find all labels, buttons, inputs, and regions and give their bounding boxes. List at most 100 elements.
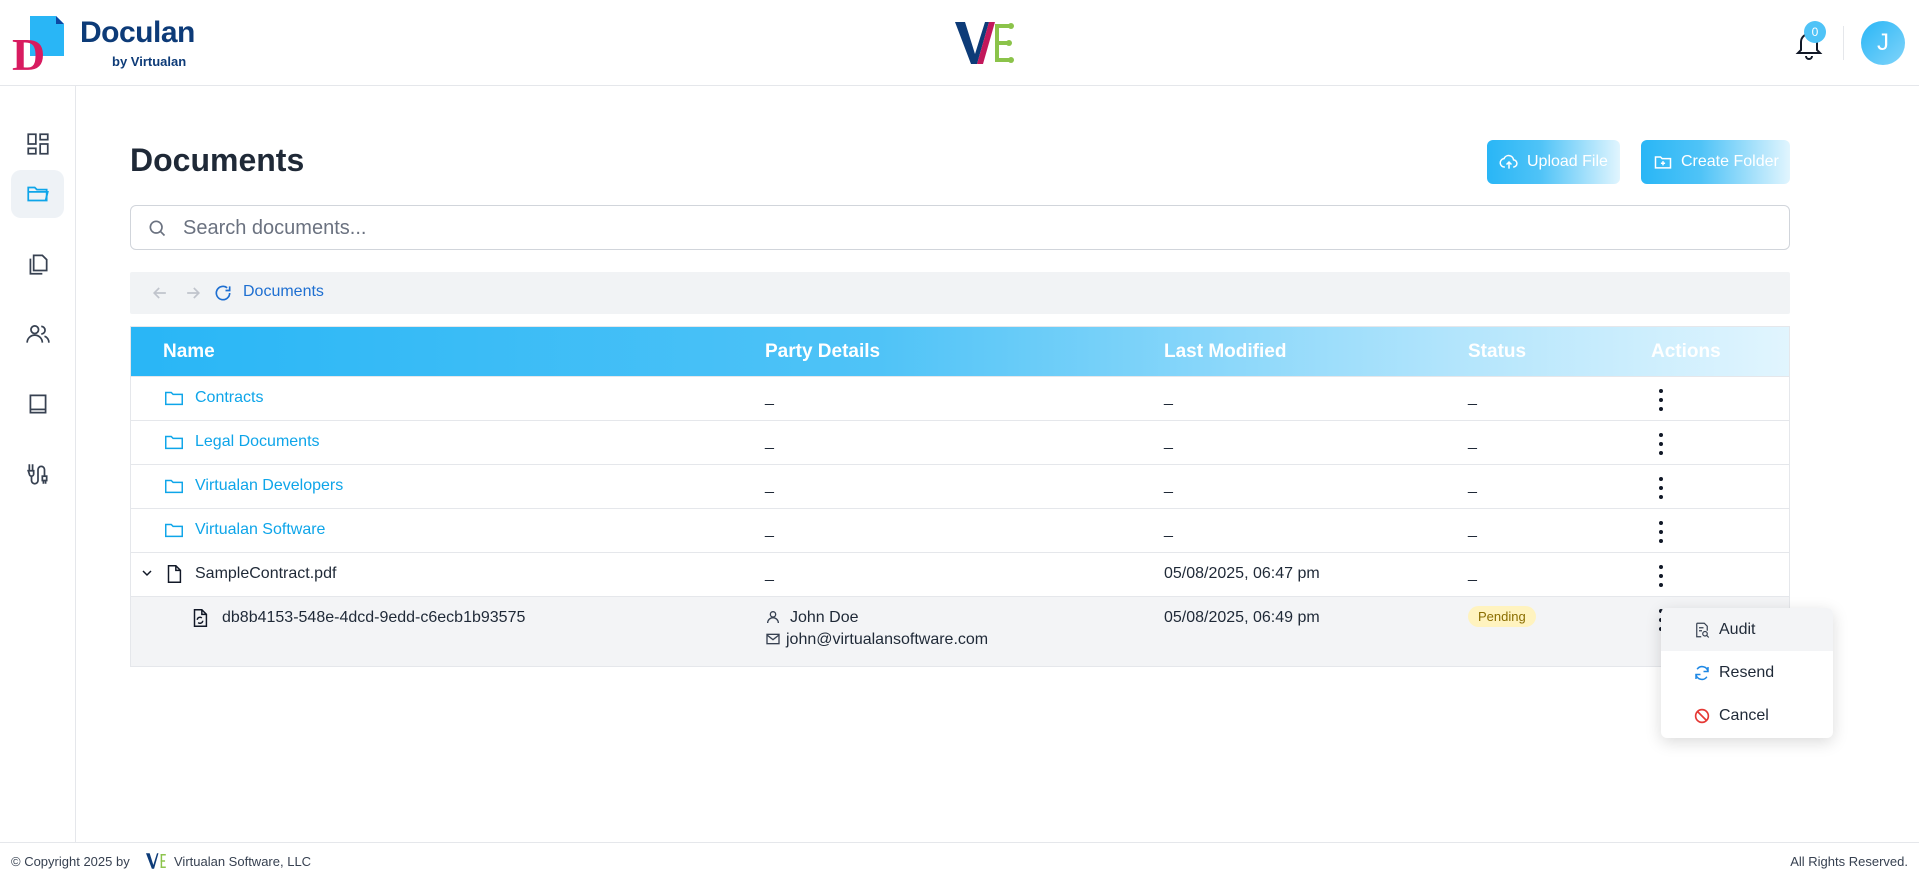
menu-item-resend[interactable]: Resend [1661,651,1833,694]
row-actions-kebab-icon[interactable] [1651,521,1671,543]
last-modified-cell: 05/08/2025, 06:47 pm [1164,565,1320,582]
workflow-icon [26,464,48,485]
row-actions-kebab-icon[interactable] [1651,389,1671,411]
folder-icon [165,523,183,538]
search-bar [130,205,1790,250]
virtualan-logo-icon [955,22,1014,64]
folder-name-link[interactable]: Contracts [195,389,263,407]
row-actions-kebab-icon[interactable] [1651,433,1671,455]
forward-arrow-icon[interactable] [183,283,203,303]
column-header-party-details[interactable]: Party Details [765,341,880,363]
documents-table: Name Party Details Last Modified Status … [130,326,1790,667]
sidebar-item-users[interactable] [11,310,64,358]
sidebar-item-documents[interactable] [11,170,64,218]
column-header-last-modified[interactable]: Last Modified [1164,341,1286,363]
header-divider [1843,26,1844,60]
file-name[interactable]: SampleContract.pdf [195,565,336,583]
upload-file-button[interactable]: Upload File [1487,140,1620,184]
breadcrumb-documents[interactable]: Documents [243,283,324,301]
top-bar: D Doculan by Virtualan 0 J [0,0,1919,86]
rights-text: All Rights Reserved. [1790,854,1908,869]
folder-plus-icon [1654,156,1672,169]
refresh-icon[interactable] [213,283,233,303]
book-icon [29,394,46,414]
audit-icon [1696,622,1710,638]
folder-name-link[interactable]: Virtualan Developers [195,477,343,495]
company-name: Virtualan Software, LLC [174,854,312,869]
breadcrumb-bar: Documents [130,272,1790,314]
copy-documents-icon [29,254,48,275]
status-cell: _ [1468,477,1477,494]
create-folder-button[interactable]: Create Folder [1641,140,1790,184]
table-row[interactable]: Legal Documents _ _ _ [131,420,1789,464]
menu-item-label: Audit [1719,620,1756,638]
chevron-down-icon[interactable] [139,565,155,581]
status-cell: _ [1468,433,1477,450]
copyright-text: © Copyright 2025 by [11,854,130,869]
sidebar [0,86,76,842]
sidebar-item-library[interactable] [11,380,64,428]
app-name: Doculan [80,16,195,49]
table-row[interactable]: Virtualan Software _ _ _ [131,508,1789,552]
folder-name-link[interactable]: Legal Documents [195,433,320,451]
user-avatar[interactable]: J [1861,21,1905,65]
table-row[interactable]: Contracts _ _ _ [131,376,1789,420]
mail-icon [766,633,780,645]
dashboard-icon [26,133,49,155]
users-icon [25,325,50,343]
folder-icon [26,186,49,202]
document-sync-icon [193,609,208,627]
svg-text:D: D [12,29,45,74]
sidebar-item-templates[interactable] [11,240,64,288]
row-actions-menu: Audit Resend Cancel [1661,608,1833,738]
envelope-id: db8b4153-548e-4dcd-9edd-c6ecb1b93575 [222,609,526,626]
menu-item-audit[interactable]: Audit [1661,608,1833,651]
last-modified-cell: _ [1164,433,1173,450]
sidebar-item-dashboard[interactable] [11,120,64,168]
cloud-upload-icon [1499,154,1518,169]
column-header-actions: Actions [1651,341,1721,362]
last-modified-cell: _ [1164,521,1173,538]
table-subrow-envelope[interactable]: db8b4153-548e-4dcd-9edd-c6ecb1b93575 Joh… [131,596,1789,666]
status-cell: _ [1468,565,1477,582]
footer: © Copyright 2025 by Virtualan Software, … [0,842,1919,878]
party-details-cell: _ [765,433,774,450]
back-arrow-icon[interactable] [150,283,170,303]
column-header-name[interactable]: Name [163,341,215,363]
party-details-cell: _ [765,389,774,406]
party-details-cell: _ [765,521,774,538]
search-input[interactable] [183,212,1773,244]
doculan-logo[interactable]: D Doculan by Virtualan [12,16,202,74]
menu-item-cancel[interactable]: Cancel [1661,694,1833,737]
doculan-logo-icon: D [12,16,64,74]
column-header-status: Status [1468,341,1527,362]
row-actions-kebab-icon[interactable] [1651,565,1671,587]
last-modified-cell: _ [1164,477,1173,494]
table-row-file[interactable]: SampleContract.pdf _ 05/08/2025, 06:47 p… [131,552,1789,596]
app-byline: by Virtualan [112,54,187,69]
page-title: Documents [130,142,305,178]
create-folder-label: Create Folder [1681,153,1779,170]
user-icon [767,611,779,624]
notification-count-badge: 0 [1804,21,1826,43]
last-modified-cell: _ [1164,389,1173,406]
virtualan-logo-icon [146,853,166,869]
upload-file-label: Upload File [1527,153,1608,170]
resend-refresh-icon [1695,665,1709,680]
menu-item-label: Cancel [1719,706,1769,724]
sidebar-item-workflows[interactable] [11,450,64,498]
party-name: John Doe [790,609,859,626]
search-icon [149,220,166,237]
table-row[interactable]: Virtualan Developers _ _ _ [131,464,1789,508]
folder-icon [165,479,183,494]
last-modified-cell: 05/08/2025, 06:49 pm [1164,609,1320,626]
folder-icon [165,435,183,450]
party-details-cell: _ [765,477,774,494]
menu-item-label: Resend [1719,663,1775,681]
status-badge: Pending [1468,606,1536,627]
file-icon [167,565,182,583]
folder-name-link[interactable]: Virtualan Software [195,521,325,539]
table-header: Name Party Details Last Modified Status … [131,327,1789,376]
row-actions-kebab-icon[interactable] [1651,477,1671,499]
folder-icon [165,391,183,406]
